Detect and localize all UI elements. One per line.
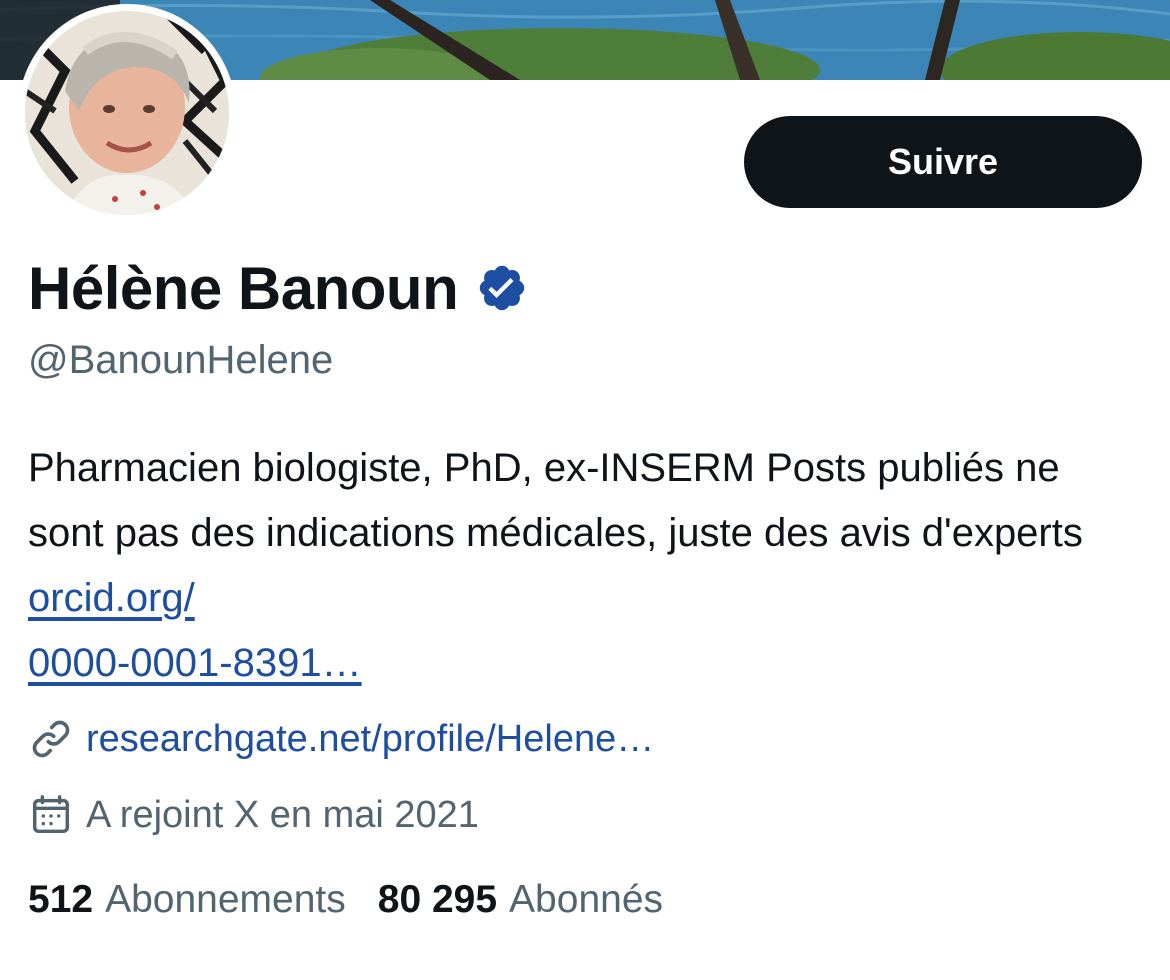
following-stat[interactable]: 512 Abonnements [28, 878, 346, 922]
followers-count: 80 295 [377, 878, 498, 921]
joined-date: A rejoint X en mai 2021 [86, 793, 479, 836]
follow-button[interactable]: Suivre [744, 116, 1142, 208]
avatar-ring [18, 4, 236, 222]
website-row: researchgate.net/profile/Helene… [28, 716, 654, 762]
follow-stats: 512 Abonnements 80 295 Abonnés [28, 878, 663, 922]
bio-text: Pharmacien biologiste, PhD, ex-INSERM Po… [28, 446, 1083, 555]
bio-orcid-link-continued[interactable]: 0000-0001-8391… [28, 641, 362, 685]
profile-bio: Pharmacien biologiste, PhD, ex-INSERM Po… [28, 436, 1138, 696]
following-label: Abonnements [105, 878, 346, 921]
bio-orcid-link[interactable]: orcid.org/ [28, 576, 195, 620]
display-name: Hélène Banoun [28, 254, 459, 322]
followers-label: Abonnés [509, 878, 664, 921]
following-count: 512 [28, 878, 94, 921]
link-icon [28, 716, 74, 762]
username-handle: @BanounHelene [28, 338, 334, 382]
website-link[interactable]: researchgate.net/profile/Helene… [86, 718, 654, 761]
followers-stat[interactable]: 80 295 Abonnés [378, 878, 663, 922]
avatar[interactable] [25, 11, 229, 215]
verified-badge-icon[interactable] [476, 262, 528, 314]
name-row: Hélène Banoun [28, 248, 528, 328]
joined-row: A rejoint X en mai 2021 [28, 792, 479, 838]
calendar-icon [28, 792, 74, 838]
